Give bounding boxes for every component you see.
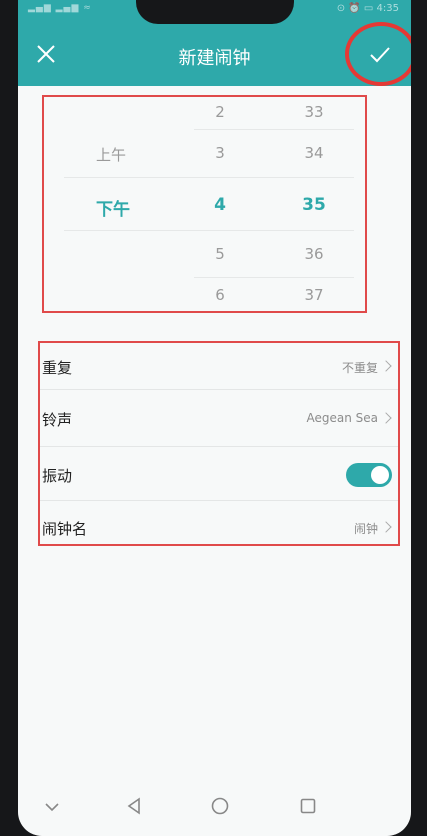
highlight-circle — [345, 22, 411, 86]
minute-option[interactable]: 36 — [299, 245, 329, 263]
ringtone-row[interactable]: 铃声 Aegean Sea — [40, 395, 398, 445]
picker-divider — [64, 230, 354, 231]
camera-notch — [136, 0, 294, 24]
repeat-value: 不重复 — [341, 361, 378, 375]
row-divider — [40, 446, 398, 447]
home-icon[interactable] — [208, 794, 232, 818]
hour-option[interactable]: 2 — [210, 103, 230, 121]
alarm-name-value: 闹钟 — [353, 522, 378, 536]
recent-apps-icon[interactable] — [296, 794, 320, 818]
toggle-knob — [371, 466, 389, 484]
hour-option[interactable]: 3 — [210, 144, 230, 162]
screen: ▂▄▆ ▂▄▆ ≈ ⊙ ⏰ ▭ 4:35 新建闹钟 上午 下午 2 3 4 5 … — [18, 0, 411, 836]
back-icon[interactable] — [122, 794, 146, 818]
signal-icons: ▂▄▆ ▂▄▆ ≈ — [28, 3, 92, 13]
ringtone-value: Aegean Sea — [306, 411, 378, 425]
repeat-label: 重复 — [42, 359, 73, 377]
repeat-row[interactable]: 重复 不重复 — [40, 343, 398, 393]
vibrate-label: 振动 — [42, 467, 73, 485]
system-nav-bar — [18, 782, 411, 836]
chevron-right-icon — [380, 360, 392, 372]
hour-option[interactable]: 6 — [210, 286, 230, 304]
status-clock: ⊙ ⏰ ▭ 4:35 — [336, 3, 399, 14]
minute-selected[interactable]: 35 — [299, 195, 329, 215]
vibrate-row: 振动 — [40, 451, 398, 501]
picker-divider — [194, 277, 354, 278]
minute-option[interactable]: 37 — [299, 286, 329, 304]
hour-option[interactable]: 5 — [210, 245, 230, 263]
ampm-option-am[interactable]: 上午 — [96, 144, 126, 165]
picker-divider — [194, 129, 354, 130]
settings-list: 重复 不重复 铃声 Aegean Sea 振动 闹钟名 闹钟 — [38, 341, 400, 546]
alarm-name-row[interactable]: 闹钟名 闹钟 — [40, 504, 398, 554]
vibrate-toggle[interactable] — [346, 463, 392, 487]
alarm-name-label: 闹钟名 — [42, 520, 88, 538]
chevron-right-icon — [380, 521, 392, 533]
picker-divider — [64, 177, 354, 178]
hour-selected[interactable]: 4 — [210, 195, 230, 215]
ampm-selected[interactable]: 下午 — [96, 195, 130, 220]
minute-option[interactable]: 33 — [299, 103, 329, 121]
chevron-down-icon[interactable] — [40, 794, 64, 818]
ringtone-label: 铃声 — [42, 411, 73, 429]
row-divider — [40, 389, 398, 390]
row-divider — [40, 500, 398, 501]
chevron-right-icon — [380, 412, 392, 424]
minute-option[interactable]: 34 — [299, 144, 329, 162]
time-picker[interactable]: 上午 下午 2 3 4 5 6 33 34 35 36 37 — [42, 95, 367, 313]
